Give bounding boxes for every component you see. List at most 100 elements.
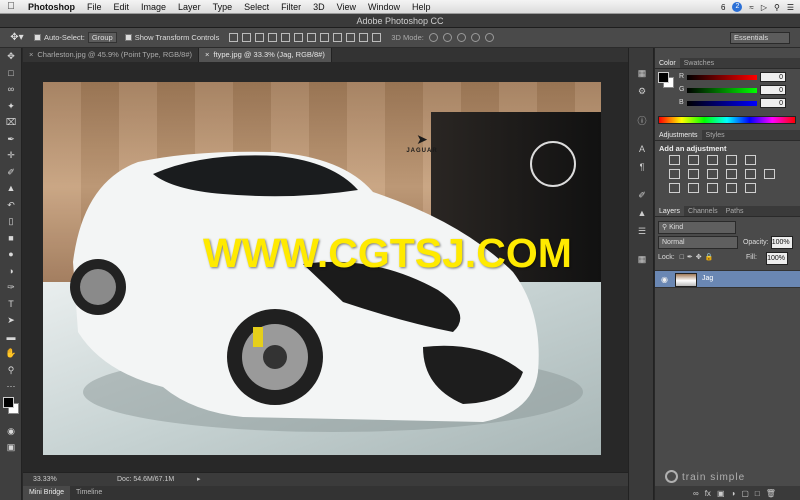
distribute-bottom-icon[interactable] — [333, 33, 343, 42]
color-foreground-swatch[interactable] — [658, 72, 669, 83]
quick-mask-icon[interactable]: ◉ — [0, 423, 22, 440]
color-lookup-icon[interactable] — [764, 169, 775, 179]
blue-value-field[interactable]: 0 — [760, 98, 786, 108]
align-vcenter-icon[interactable] — [242, 33, 252, 42]
brightness-contrast-icon[interactable] — [669, 155, 680, 165]
color-balance-icon[interactable] — [688, 169, 699, 179]
dodge-tool-icon[interactable]: ◑ — [0, 263, 22, 280]
menu-layer[interactable]: Layer — [172, 2, 207, 12]
3d-drag-icon[interactable] — [456, 33, 466, 42]
align-bottom-icon[interactable] — [255, 33, 265, 42]
show-transform-checkbox[interactable]: Show Transform Controls — [124, 33, 219, 42]
volume-icon[interactable]: ▷ — [761, 3, 767, 12]
clone-source-icon[interactable]: ▲ — [629, 204, 655, 222]
3d-rotate-icon[interactable] — [428, 33, 438, 42]
marquee-tool-icon[interactable]: □ — [0, 65, 22, 82]
distribute-left-icon[interactable] — [346, 33, 356, 42]
status-number[interactable]: 6 — [721, 3, 725, 12]
quick-select-tool-icon[interactable]: ✦ — [0, 98, 22, 115]
threshold-icon[interactable] — [707, 183, 718, 193]
notification-badge[interactable]: 2 — [732, 2, 743, 12]
foreground-color-swatch[interactable] — [3, 396, 14, 408]
channel-mixer-icon[interactable] — [745, 169, 756, 179]
path-selection-tool-icon[interactable]: ➤ — [0, 312, 22, 329]
vibrance-icon[interactable] — [745, 155, 756, 165]
list-icon[interactable]: ☰ — [787, 3, 794, 12]
layer-row[interactable]: ◉ Jag — [655, 270, 800, 288]
red-slider[interactable] — [687, 75, 757, 80]
canvas-area[interactable]: ➤ JAGUAR WWW.CGTSJ.COM — [23, 62, 628, 472]
new-layer-icon[interactable]: □ — [755, 489, 760, 498]
clone-stamp-tool-icon[interactable]: ▲ — [0, 180, 22, 197]
crop-tool-icon[interactable]: ⌧ — [0, 114, 22, 131]
character-panel-icon[interactable]: A — [629, 140, 655, 158]
distribute-hcenter-icon[interactable] — [359, 33, 369, 42]
tab-mini-bridge[interactable]: Mini Bridge — [23, 486, 71, 500]
red-value-field[interactable]: 0 — [760, 72, 786, 82]
layer-kind-filter[interactable]: ⚲ Kind — [658, 221, 736, 234]
more-tools-icon[interactable]: ⋯ — [0, 378, 22, 395]
workspace-dropdown[interactable]: Essentials — [730, 32, 790, 44]
tab-paths[interactable]: Paths — [722, 206, 748, 216]
search-icon[interactable]: ⚲ — [774, 3, 780, 12]
menu-help[interactable]: Help — [406, 2, 437, 12]
align-top-icon[interactable] — [229, 33, 239, 42]
tab-styles[interactable]: Styles — [702, 130, 729, 140]
link-layers-icon[interactable]: ∞ — [693, 489, 699, 498]
brush-tool-icon[interactable]: ✐ — [0, 164, 22, 181]
auto-select-target-dropdown[interactable]: Group — [87, 32, 117, 43]
green-value-field[interactable]: 0 — [760, 85, 786, 95]
distribute-top-icon[interactable] — [307, 33, 317, 42]
distribute-right-icon[interactable] — [372, 33, 382, 42]
delete-layer-icon[interactable]: 🗑 — [766, 489, 776, 498]
type-tool-icon[interactable]: T — [0, 296, 22, 313]
lock-icons[interactable]: □✒✥🔒 — [680, 254, 717, 261]
3d-scale-icon[interactable] — [484, 33, 494, 42]
tab-swatches[interactable]: Swatches — [680, 58, 718, 68]
menu-select[interactable]: Select — [238, 2, 275, 12]
eraser-tool-icon[interactable]: ▯ — [0, 213, 22, 230]
info-panel-icon[interactable]: ⓘ — [629, 112, 655, 130]
brush-presets-icon[interactable]: ✐ — [629, 186, 655, 204]
menu-edit[interactable]: Edit — [108, 2, 136, 12]
hue-saturation-icon[interactable] — [669, 169, 680, 179]
align-right-icon[interactable] — [294, 33, 304, 42]
add-mask-icon[interactable]: ▣ — [717, 489, 725, 498]
status-menu-arrow-icon[interactable]: ▸ — [197, 473, 201, 487]
history-panel-icon[interactable]: ▦ — [629, 64, 655, 82]
opacity-field[interactable]: 100% — [770, 236, 793, 249]
menu-3d[interactable]: 3D — [307, 2, 331, 12]
tab-channels[interactable]: Channels — [684, 206, 722, 216]
document-image[interactable]: ➤ JAGUAR WWW.CGTSJ.COM — [43, 82, 601, 455]
gradient-tool-icon[interactable]: ■ — [0, 230, 22, 247]
properties-panel-icon[interactable]: ⚙ — [629, 82, 655, 100]
tab-charleston[interactable]: × Charleston.jpg @ 45.9% (Point Type, RGB… — [23, 48, 200, 62]
history-brush-tool-icon[interactable]: ↶ — [0, 197, 22, 214]
apple-icon[interactable]:  — [0, 1, 22, 12]
blend-mode-dropdown[interactable]: Normal — [658, 236, 738, 249]
tab-color[interactable]: Color — [655, 58, 680, 68]
menu-image[interactable]: Image — [135, 2, 172, 12]
zoom-level[interactable]: 33.33% — [33, 473, 57, 487]
new-group-icon[interactable]: ▢ — [741, 489, 749, 498]
new-adjustment-icon[interactable]: ◑ — [731, 489, 736, 498]
exposure-icon[interactable] — [726, 155, 737, 165]
distribute-vcenter-icon[interactable] — [320, 33, 330, 42]
3d-roll-icon[interactable] — [442, 33, 452, 42]
color-swatches[interactable] — [0, 395, 22, 423]
menu-view[interactable]: View — [331, 2, 362, 12]
selective-color-icon[interactable] — [745, 183, 756, 193]
menu-app[interactable]: Photoshop — [22, 2, 81, 12]
screen-mode-icon[interactable]: ▣ — [0, 439, 22, 456]
auto-select-checkbox[interactable]: Auto-Select: — [34, 33, 85, 42]
pen-tool-icon[interactable]: ✑ — [0, 279, 22, 296]
3d-slide-icon[interactable] — [470, 33, 480, 42]
eyedropper-tool-icon[interactable]: ✒ — [0, 131, 22, 148]
tab-adjustments[interactable]: Adjustments — [655, 130, 702, 140]
blur-tool-icon[interactable]: ● — [0, 246, 22, 263]
color-spectrum-bar[interactable] — [658, 116, 796, 124]
menu-filter[interactable]: Filter — [275, 2, 307, 12]
green-slider[interactable] — [687, 88, 757, 93]
posterize-icon[interactable] — [688, 183, 699, 193]
hand-tool-icon[interactable]: ✋ — [0, 345, 22, 362]
